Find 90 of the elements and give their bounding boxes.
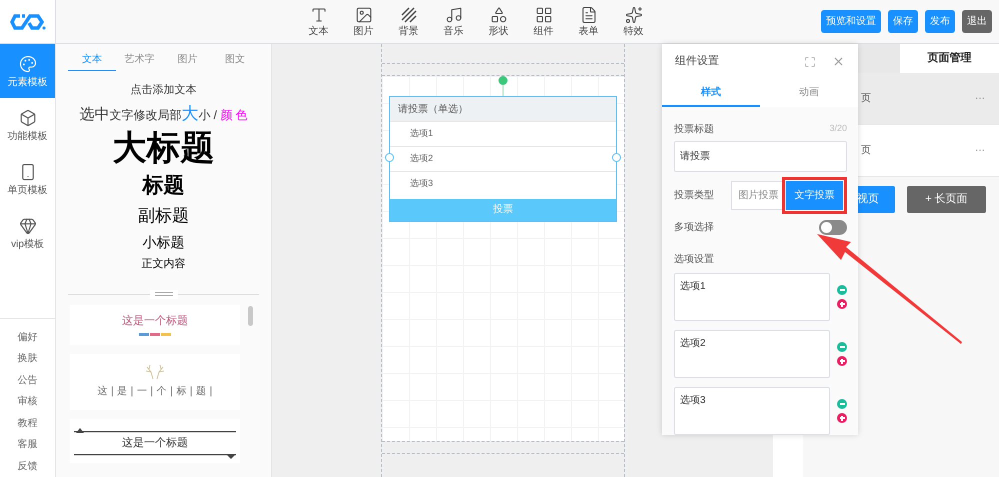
toolbar-button[interactable]: 音乐: [431, 6, 476, 37]
template-card[interactable]: 这是一个标题: [70, 418, 240, 462]
panel-tab[interactable]: 艺术字: [116, 52, 164, 71]
template-title: 这是一个标题: [122, 312, 188, 329]
template-card[interactable]: 这是一个标题: [70, 304, 240, 344]
line-icon: [74, 453, 236, 459]
document-icon: [580, 6, 598, 24]
menu-link[interactable]: 教程: [18, 412, 38, 434]
close-icon[interactable]: [832, 55, 845, 68]
hint-text: 选中文字修改局部大小 / 颜 色: [79, 104, 248, 124]
toolbar-button[interactable]: 图片: [341, 6, 386, 37]
add-text-link[interactable]: 点击添加文本: [130, 82, 196, 98]
nav-item[interactable]: vip模板: [0, 206, 55, 260]
panel-tab[interactable]: 图文: [211, 52, 259, 71]
multi-select-toggle[interactable]: [819, 220, 847, 235]
text-icon: [310, 6, 328, 24]
color-bar-icon: [139, 333, 171, 336]
menu-link[interactable]: 公告: [18, 370, 38, 391]
toolbar-button[interactable]: 特效: [611, 6, 656, 37]
nav-item[interactable]: 功能模板: [0, 98, 55, 152]
resize-handle[interactable]: [612, 153, 621, 162]
resize-handle[interactable]: [385, 153, 394, 162]
add-icon[interactable]: [837, 299, 847, 309]
page-tab[interactable]: 页面管理: [900, 44, 999, 73]
section-label: 选项设置: [674, 252, 715, 267]
toolbar-button[interactable]: 形状: [476, 6, 521, 37]
more-button[interactable]: ···: [975, 91, 985, 106]
field-label: 投票标题: [674, 122, 714, 136]
type-option-button[interactable]: 文字投票: [786, 180, 843, 210]
logo-icon[interactable]: [10, 12, 46, 30]
template-title: 这 | 是 | 一 | 个 | 标 | 题 |: [97, 384, 213, 399]
toolbar-button[interactable]: 表单: [566, 6, 611, 37]
settings-tab[interactable]: 样式: [662, 79, 760, 107]
option-input[interactable]: 选项1: [674, 273, 830, 321]
vote-option: 选项3: [390, 171, 616, 196]
line-icon: [74, 426, 236, 432]
heading-preset[interactable]: 标题: [142, 172, 184, 200]
toolbar-button[interactable]: 背景: [386, 6, 431, 37]
music-icon: [444, 6, 462, 24]
menu-link[interactable]: 审核: [18, 391, 38, 412]
add-icon[interactable]: [837, 413, 847, 423]
field-label: 投票类型: [674, 188, 715, 202]
expand-icon[interactable]: [804, 56, 816, 68]
menu-link[interactable]: 偏好: [18, 326, 38, 348]
heading-preset[interactable]: 大标题: [112, 128, 214, 168]
vote-title: 请投票（单选）: [390, 97, 616, 121]
add-page-button[interactable]: + 长页面: [907, 186, 986, 213]
exit-button[interactable]: 退出: [962, 10, 992, 33]
scrollbar[interactable]: [248, 306, 253, 326]
rotate-handle[interactable]: [498, 76, 508, 96]
stripes-icon: [400, 6, 418, 24]
heading-preset[interactable]: 副标题: [138, 204, 189, 228]
remove-icon[interactable]: [837, 342, 847, 352]
add-icon[interactable]: [837, 356, 847, 366]
option-input[interactable]: 选项3: [674, 387, 830, 435]
toolbar-button[interactable]: 文本: [296, 6, 341, 37]
action-button[interactable]: 发布: [925, 10, 955, 33]
menu-link[interactable]: 客服: [18, 434, 38, 456]
remove-icon[interactable]: [837, 285, 847, 295]
menu-link[interactable]: 换肤: [18, 348, 38, 370]
toolbar-button[interactable]: 组件: [521, 6, 566, 37]
cube-icon: [18, 108, 36, 126]
panel-tab[interactable]: 图片: [164, 52, 212, 71]
palette-icon: [18, 54, 36, 72]
drag-handle[interactable]: [150, 290, 178, 298]
heading-preset[interactable]: 小标题: [142, 232, 184, 252]
panel-title: 组件设置: [675, 54, 719, 70]
title-input[interactable]: 请投票: [674, 141, 847, 172]
heading-preset[interactable]: 正文内容: [142, 256, 186, 272]
shapes-icon: [490, 6, 508, 24]
nav-item[interactable]: 单页模板: [0, 152, 55, 206]
more-button[interactable]: ···: [975, 143, 985, 158]
remove-icon[interactable]: [837, 399, 847, 409]
grid-icon: [534, 6, 552, 24]
action-button[interactable]: 保存: [888, 10, 918, 33]
template-title: 这是一个标题: [122, 434, 188, 450]
template-card[interactable]: 这 | 是 | 一 | 个 | 标 | 题 |: [70, 354, 240, 410]
field-label: 多项选择: [674, 220, 714, 235]
nav-item[interactable]: 元素模板: [0, 44, 55, 98]
panel-tab[interactable]: 文本: [68, 52, 116, 71]
menu-link[interactable]: 反馈: [18, 456, 38, 477]
vote-option: 选项2: [390, 146, 616, 171]
vote-option: 选项1: [390, 121, 616, 146]
sparkles-icon: [624, 6, 642, 24]
action-button[interactable]: 预览和设置: [821, 10, 881, 33]
image-icon: [354, 6, 372, 24]
type-option-button[interactable]: 图片投票: [731, 180, 786, 210]
char-counter: 3/20: [829, 122, 847, 136]
option-input[interactable]: 选项2: [674, 330, 830, 378]
gem-icon: [18, 216, 36, 234]
